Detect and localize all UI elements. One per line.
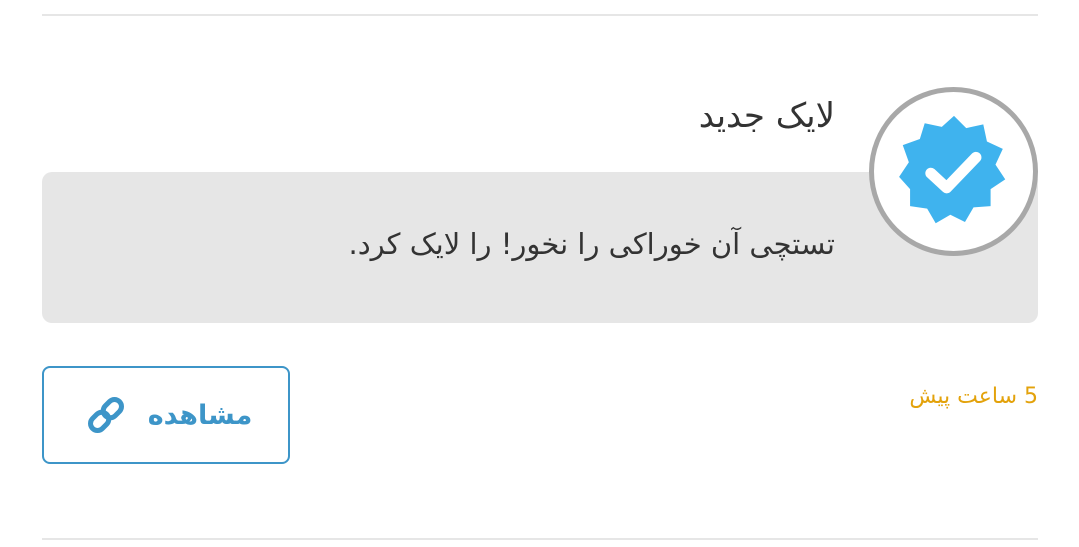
view-button[interactable]: مشاهده	[42, 366, 290, 464]
view-button-label: مشاهده	[147, 399, 253, 431]
bottom-divider	[42, 538, 1038, 540]
notification-title: لایک جدید	[698, 96, 835, 136]
verified-badge-icon	[893, 111, 1015, 233]
notification-avatar	[869, 87, 1038, 256]
notification-message: تستچی آن خوراکی را نخور! را لایک کرد.	[348, 227, 835, 261]
top-divider	[42, 14, 1038, 16]
notification-time: 5 ساعت پیش	[909, 384, 1038, 409]
link-icon	[86, 395, 126, 435]
